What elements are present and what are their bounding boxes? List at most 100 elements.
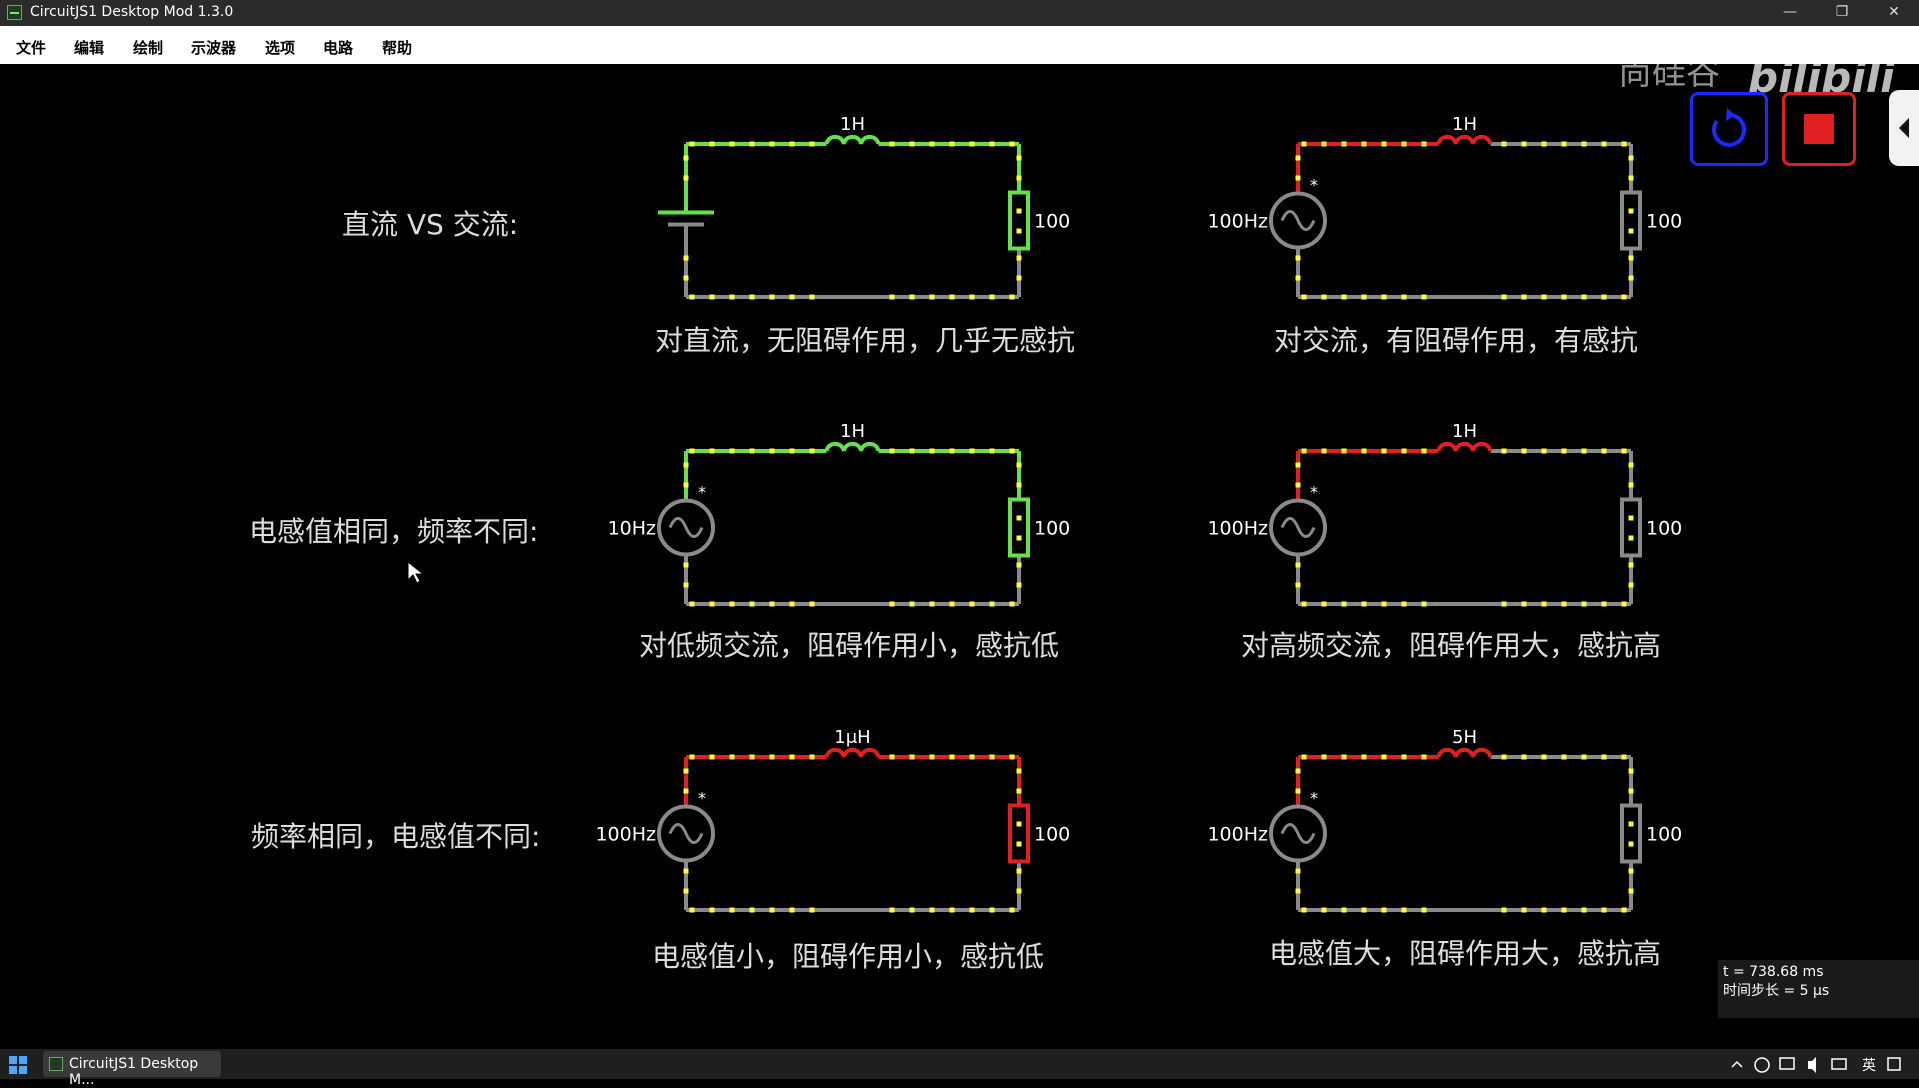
current-dot	[1628, 515, 1634, 521]
simulation-status: t = 738.68 ms 时间步长 = 5 μs	[1718, 960, 1919, 1018]
source-label: 100Hz	[1207, 211, 1268, 233]
current-dot	[969, 448, 975, 454]
collapse-left-icon	[1899, 118, 1909, 138]
current-dot	[1561, 294, 1567, 300]
resistor-6	[1620, 803, 1642, 864]
circuit-canvas[interactable]: 尚硅谷 bilibili 1H 100 1H 100 * 100Hz 1H 100 * 10Hz 1…	[0, 53, 1919, 1049]
current-dot	[1009, 907, 1015, 913]
current-dot	[949, 754, 955, 760]
current-dot	[1401, 141, 1407, 147]
menu-draw[interactable]: 绘制	[133, 37, 163, 58]
current-dot	[1341, 448, 1347, 454]
current-dot	[889, 907, 895, 913]
current-dot	[1601, 141, 1607, 147]
menu-file[interactable]: 文件	[16, 37, 46, 58]
current-dot	[1628, 582, 1634, 588]
input-method-indicator[interactable]: 英	[1862, 1055, 1876, 1075]
current-dot	[789, 754, 795, 760]
current-dot	[1521, 294, 1527, 300]
current-dot	[929, 294, 935, 300]
current-dot	[1521, 448, 1527, 454]
current-dot	[949, 907, 955, 913]
source-marker: *	[698, 789, 706, 808]
current-dot	[1561, 754, 1567, 760]
tray-app-icon	[1754, 1057, 1770, 1073]
circuit-4[interactable]: 1H 100 * 100Hz	[1207, 421, 1682, 607]
current-dot	[683, 482, 689, 488]
current-dot	[1381, 448, 1387, 454]
circuit-3[interactable]: 1H 100 * 10Hz	[608, 421, 1071, 607]
current-dot	[1561, 141, 1567, 147]
current-dot	[1601, 601, 1607, 607]
menu-edit[interactable]: 编辑	[74, 37, 104, 58]
reset-button[interactable]	[1690, 92, 1768, 166]
current-dot	[1361, 601, 1367, 607]
circuit-5[interactable]: 1μH 100 * 100Hz	[595, 727, 1070, 913]
minimize-button[interactable]: —	[1767, 0, 1813, 26]
current-dot	[1621, 907, 1627, 913]
current-dot	[683, 175, 689, 181]
current-dot	[1321, 294, 1327, 300]
current-dot	[1541, 907, 1547, 913]
menu-help[interactable]: 帮助	[382, 37, 412, 58]
menu-circuits[interactable]: 电路	[323, 37, 353, 58]
restore-button[interactable]: ❐	[1819, 0, 1865, 26]
current-dot	[909, 754, 915, 760]
current-dot	[683, 275, 689, 281]
current-dot	[1601, 448, 1607, 454]
current-dot	[1295, 155, 1301, 161]
current-dot	[809, 141, 815, 147]
current-dot	[683, 788, 689, 794]
current-dot	[1401, 601, 1407, 607]
stop-button[interactable]	[1782, 92, 1856, 166]
sine-icon	[1280, 210, 1316, 231]
current-dot	[1628, 868, 1634, 874]
inductor-label: 1H	[1452, 114, 1477, 135]
current-dot	[683, 562, 689, 568]
current-dot	[1361, 294, 1367, 300]
current-dot	[1501, 294, 1507, 300]
current-dot	[1421, 754, 1427, 760]
current-dot	[709, 601, 715, 607]
circuit-6[interactable]: 5H 100 * 100Hz	[1207, 727, 1682, 913]
current-dot	[809, 907, 815, 913]
menu-options[interactable]: 选项	[265, 37, 295, 58]
current-dot	[969, 754, 975, 760]
inductor-label: 1H	[840, 114, 865, 135]
current-dot	[1295, 768, 1301, 774]
current-dot	[909, 141, 915, 147]
network-icon	[1779, 1057, 1795, 1070]
circuit-1[interactable]: 1H 100	[658, 114, 1070, 300]
current-dot	[909, 907, 915, 913]
current-dot	[1628, 228, 1634, 234]
current-dot	[1361, 141, 1367, 147]
circuit-2[interactable]: 1H 100 * 100Hz	[1207, 114, 1682, 300]
current-dot	[1628, 275, 1634, 281]
current-dot	[809, 754, 815, 760]
current-dot	[889, 601, 895, 607]
taskbar-app-button[interactable]: CircuitJS1 Desktop M...	[43, 1051, 221, 1088]
resistor-2	[1620, 190, 1642, 251]
current-dot	[1009, 754, 1015, 760]
current-dot	[1628, 175, 1634, 181]
caption-low-freq: 对低频交流，阻碍作用小，感抗低	[639, 629, 1060, 662]
current-dot	[909, 448, 915, 454]
current-dot	[1541, 141, 1547, 147]
current-dot	[1295, 462, 1301, 468]
side-panel-toggle[interactable]	[1889, 90, 1919, 166]
resistor-4	[1620, 497, 1642, 558]
current-dot	[729, 448, 735, 454]
current-dot	[729, 907, 735, 913]
current-dot	[1301, 601, 1307, 607]
current-dot	[949, 601, 955, 607]
current-dot	[889, 141, 895, 147]
app-icon	[7, 5, 22, 20]
close-button[interactable]: ✕	[1871, 0, 1917, 26]
menu-scope[interactable]: 示波器	[191, 37, 236, 58]
current-dot	[689, 907, 695, 913]
current-dot	[769, 294, 775, 300]
current-dot	[1301, 754, 1307, 760]
current-dot	[1381, 754, 1387, 760]
current-dot	[1628, 482, 1634, 488]
windows-start-icon[interactable]	[9, 1056, 27, 1074]
